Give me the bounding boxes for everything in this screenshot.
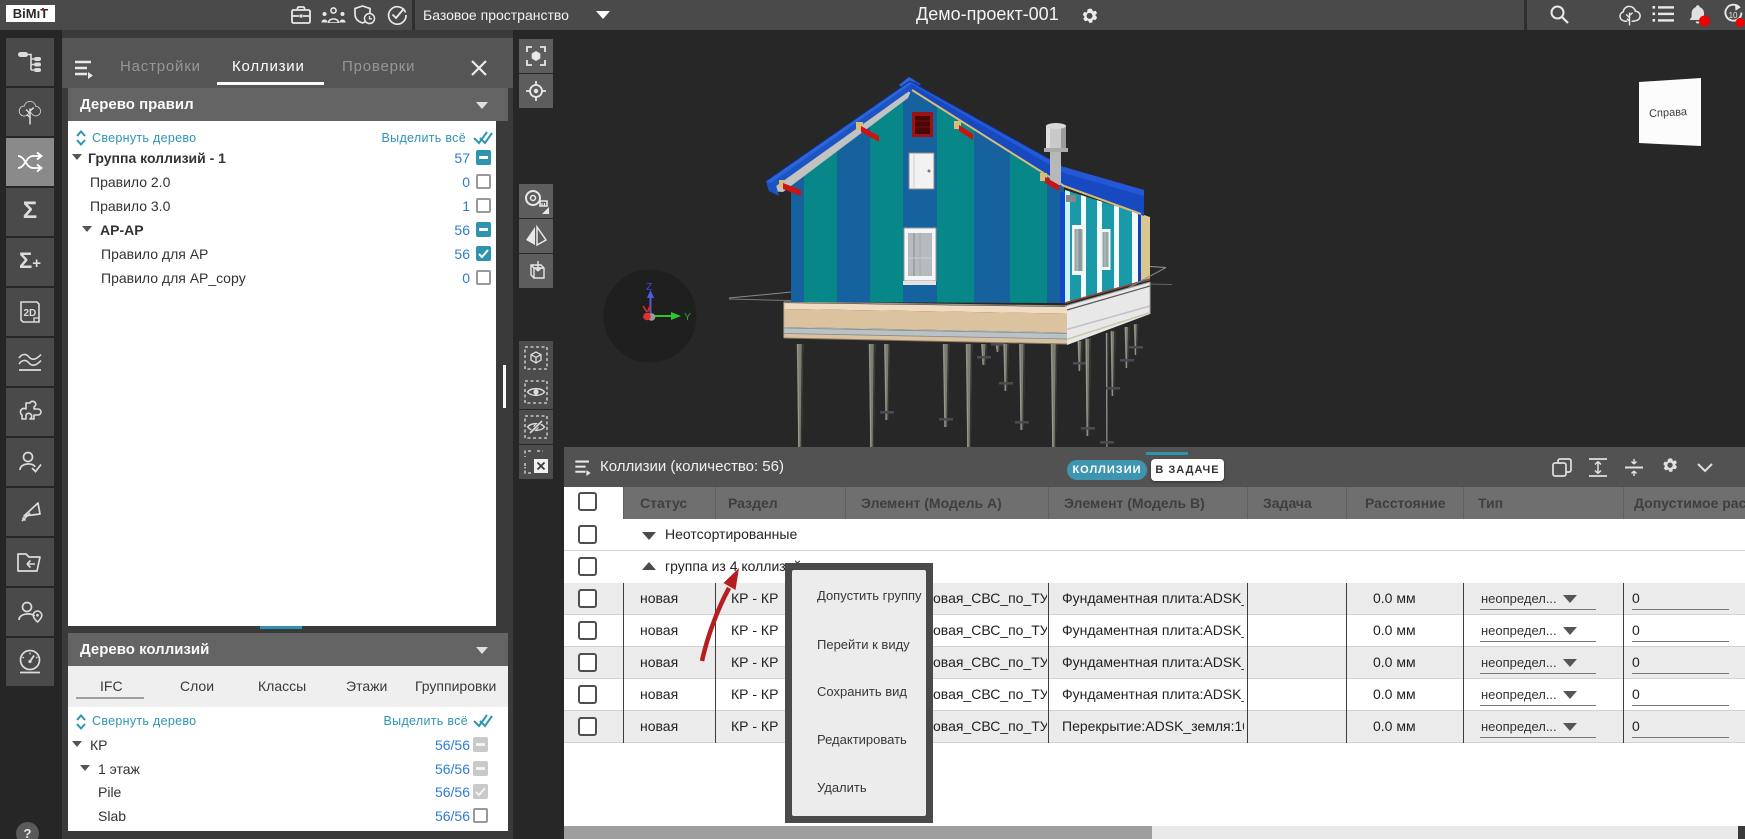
- svg-text:Y: Y: [684, 311, 691, 323]
- svg-text:Z: Z: [646, 281, 653, 293]
- svg-text:2D: 2D: [24, 308, 37, 319]
- svg-text:Справа: Справа: [1649, 106, 1688, 120]
- svg-text:10: 10: [1729, 11, 1738, 20]
